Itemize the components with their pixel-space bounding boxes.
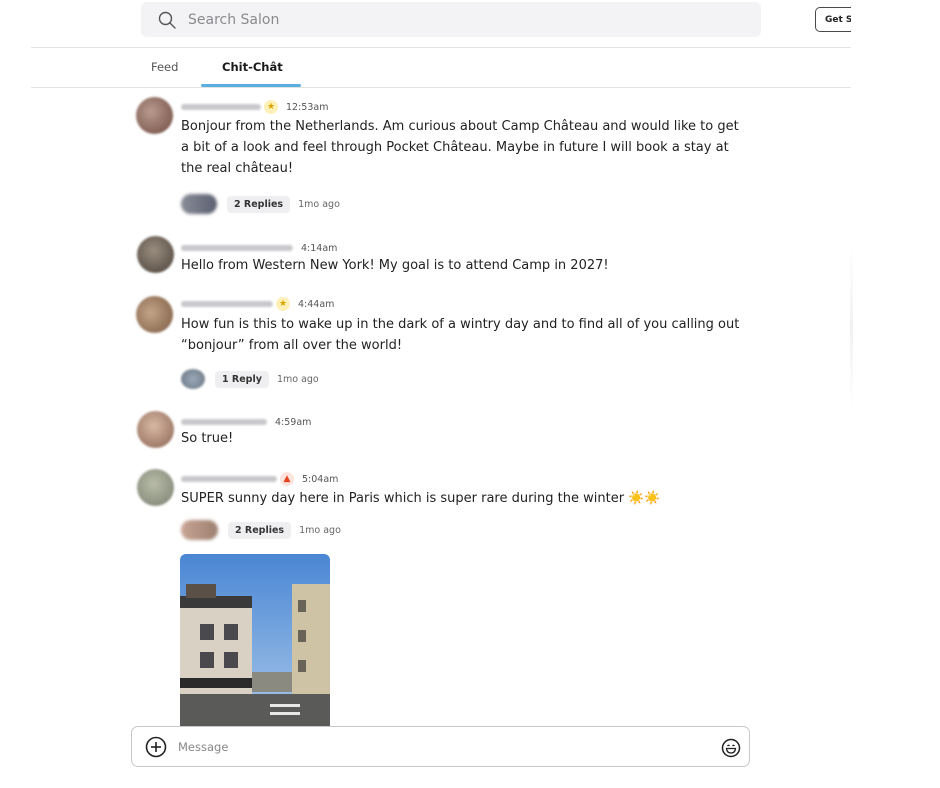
message-text: SUPER sunny day here in Paris which is s… bbox=[181, 491, 661, 506]
message-meta: ★ 12:53am bbox=[181, 100, 328, 114]
star-badge-icon: ★ bbox=[276, 297, 290, 311]
plus-circle-icon[interactable] bbox=[145, 736, 167, 758]
replies-button[interactable]: 2 Replies bbox=[228, 521, 292, 539]
replies-button[interactable]: 2 Replies bbox=[227, 195, 291, 213]
avatar[interactable] bbox=[137, 469, 174, 506]
replies-ago: 1mo ago bbox=[298, 198, 340, 210]
replies-row[interactable]: 2 Replies 1mo ago bbox=[181, 520, 341, 540]
replies-row[interactable]: 2 Replies 1mo ago bbox=[181, 194, 340, 214]
message-input[interactable]: Message bbox=[178, 740, 228, 754]
reply-avatars bbox=[181, 194, 217, 214]
message-meta: ▲ 5:04am bbox=[181, 472, 338, 486]
emoji-icon[interactable] bbox=[721, 738, 741, 758]
author-name-blurred[interactable] bbox=[181, 301, 273, 307]
tab-chit-chat[interactable]: Chit-Chât bbox=[222, 60, 283, 74]
replies-button[interactable]: 1 Reply bbox=[215, 370, 269, 388]
message-meta: 4:59am bbox=[181, 415, 311, 429]
search-bar[interactable]: Search Salon bbox=[141, 2, 761, 37]
replies-ago: 1mo ago bbox=[276, 373, 319, 385]
replies-row[interactable]: 1 Reply 1mo ago bbox=[181, 369, 319, 389]
side-panel-edge bbox=[850, 245, 853, 410]
author-name-blurred[interactable] bbox=[181, 419, 267, 425]
message-text: Hello from Western New York! My goal is … bbox=[181, 258, 609, 273]
timestamp: 4:59am bbox=[275, 416, 312, 428]
search-placeholder: Search Salon bbox=[188, 11, 280, 28]
message-photo[interactable] bbox=[180, 554, 330, 726]
message-composer[interactable]: Message bbox=[131, 726, 750, 767]
timestamp: 12:53am bbox=[286, 101, 329, 113]
message-meta: 4:14am bbox=[181, 241, 337, 255]
timestamp: 5:04am bbox=[302, 473, 339, 485]
reply-avatars bbox=[181, 369, 205, 389]
timestamp: 4:44am bbox=[298, 298, 335, 310]
avatar[interactable] bbox=[137, 411, 174, 448]
author-name-blurred[interactable] bbox=[181, 104, 261, 110]
author-name-blurred[interactable] bbox=[181, 245, 293, 251]
message-text: So true! bbox=[181, 431, 234, 446]
star-badge-icon: ★ bbox=[264, 100, 278, 114]
author-name-blurred[interactable] bbox=[181, 476, 277, 482]
avatar[interactable] bbox=[136, 296, 173, 333]
tab-feed[interactable]: Feed bbox=[151, 60, 178, 74]
message-text: Bonjour from the Netherlands. Am curious… bbox=[181, 119, 739, 176]
replies-ago: 1mo ago bbox=[299, 524, 341, 536]
get-button[interactable]: Get S bbox=[815, 7, 851, 32]
timestamp: 4:14am bbox=[301, 242, 338, 254]
header-divider bbox=[31, 47, 851, 48]
tabs-divider bbox=[31, 87, 851, 88]
search-icon bbox=[158, 11, 176, 29]
message-meta: ★ 4:44am bbox=[181, 297, 334, 311]
avatar[interactable] bbox=[137, 236, 174, 273]
fire-badge-icon: ▲ bbox=[280, 472, 294, 486]
message-text: How fun is this to wake up in the dark o… bbox=[181, 317, 740, 353]
reply-avatars bbox=[181, 520, 218, 540]
avatar[interactable] bbox=[136, 97, 173, 134]
